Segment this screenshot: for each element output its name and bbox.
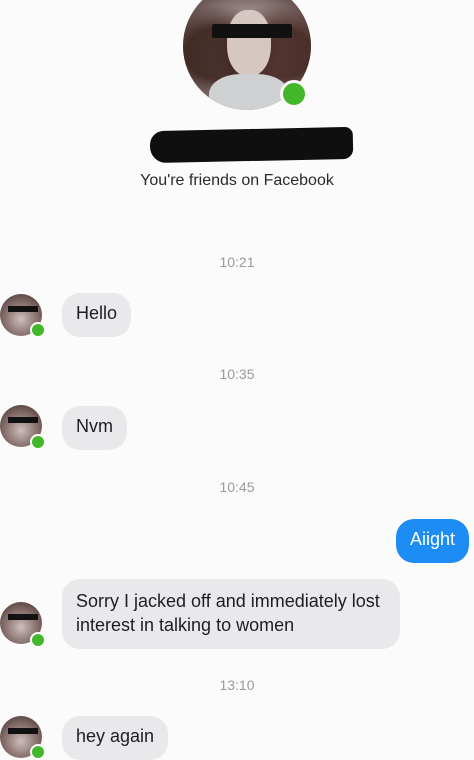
online-dot-icon: [280, 80, 308, 108]
censor-bar: [212, 24, 292, 38]
online-dot-icon: [30, 632, 46, 648]
message-bubble-received[interactable]: hey again: [62, 716, 169, 760]
online-dot-icon: [30, 744, 46, 760]
message-timestamp: 13:10: [219, 677, 255, 693]
message-timestamp: 10:35: [219, 366, 255, 382]
message-bubble-sent[interactable]: Aiight: [396, 519, 470, 563]
profile-name-redacted: [149, 126, 354, 164]
message-timestamp: 10:21: [219, 254, 255, 270]
friends-status-text: You're friends on Facebook: [140, 172, 334, 189]
online-dot-icon: [30, 322, 46, 338]
online-dot-icon: [30, 434, 46, 450]
message-timestamp: 10:45: [219, 479, 255, 495]
message-bubble-received[interactable]: Hello: [62, 293, 132, 337]
message-bubble-received[interactable]: Nvm: [62, 406, 127, 450]
message-bubble-received[interactable]: Sorry I jacked off and immediately lost …: [62, 579, 400, 649]
